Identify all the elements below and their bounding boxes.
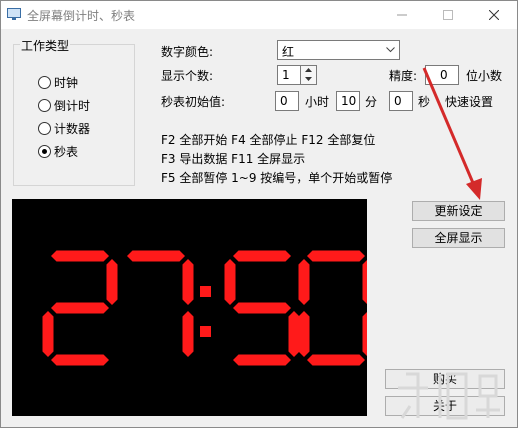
digit-segment: [307, 250, 365, 262]
hotkey-line-1: F2 全部开始 F4 全部停止 F12 全部复位: [161, 133, 376, 147]
spin-down-button[interactable]: [301, 75, 316, 84]
radio-label: 时钟: [54, 76, 79, 90]
work-type-title: 工作类型: [20, 37, 71, 54]
spin-up-icon: [305, 68, 312, 72]
digit-segment: [106, 259, 118, 305]
app-icon: [7, 8, 21, 20]
colon-dot: [200, 286, 211, 297]
hours-input[interactable]: 0: [275, 91, 299, 111]
digit-segment: [42, 311, 54, 357]
minutes-unit: 分: [365, 95, 378, 109]
digit-segment: [51, 354, 109, 366]
seconds-input[interactable]: 0: [389, 91, 413, 111]
minimize-icon: [397, 14, 407, 16]
digit-segment: [127, 250, 185, 262]
digit-segment: [233, 250, 291, 262]
digit-segment: [362, 311, 374, 357]
radio-clock[interactable]: 时钟: [38, 74, 78, 91]
radio-label: 秒表: [54, 145, 79, 159]
precision-value: 0: [440, 68, 448, 82]
hotkey-line-2: F3 导出数据 F11 全屏显示: [161, 152, 306, 166]
radio-stopwatch[interactable]: 秒表: [38, 143, 78, 160]
count-input[interactable]: 1: [277, 65, 301, 85]
color-select-value: 红: [282, 45, 295, 59]
color-select[interactable]: 红: [277, 40, 400, 60]
update-settings-button[interactable]: 更新设定: [412, 201, 505, 221]
work-type-group: [13, 44, 135, 186]
seconds-value: 0: [394, 94, 402, 108]
digit-segment: [233, 354, 291, 366]
digit-segment: [182, 259, 194, 305]
digit-segment: [307, 354, 365, 366]
radio-icon: [38, 122, 51, 135]
colon-dot: [200, 326, 211, 337]
seconds-unit: 秒: [418, 95, 431, 109]
quick-set-link[interactable]: 快速设置: [445, 93, 493, 110]
radio-countdown[interactable]: 倒计时: [38, 97, 90, 114]
spin-up-button[interactable]: [301, 66, 316, 75]
digit-segment: [182, 311, 194, 357]
fullscreen-button[interactable]: 全屏显示: [412, 228, 505, 248]
precision-label: 精度:: [389, 69, 418, 83]
title-bar: 全屏幕倒计时、秒表: [1, 1, 517, 29]
timer-display: [12, 199, 374, 416]
watermark-logo: [398, 372, 500, 420]
digit-segment: [298, 311, 310, 357]
initial-value-label: 秒表初始值:: [161, 95, 226, 109]
precision-input[interactable]: 0: [425, 65, 459, 85]
minutes-value: 10: [341, 94, 357, 108]
radio-label: 倒计时: [54, 99, 91, 113]
maximize-icon: [443, 10, 453, 20]
digit-segment: [224, 259, 236, 305]
digit-segment: [51, 250, 109, 262]
hotkey-line-3: F5 全部暂停 1~9 按编号，单个开始或暂停: [161, 171, 393, 185]
radio-icon: [38, 145, 51, 158]
minutes-input[interactable]: 10: [336, 91, 360, 111]
maximize-button[interactable]: [425, 1, 471, 29]
digit-segment: [288, 311, 300, 357]
radio-icon: [38, 99, 51, 112]
digit-segment: [233, 302, 291, 314]
radio-label: 计数器: [54, 122, 91, 136]
digit-segment: [298, 259, 310, 305]
chevron-down-icon: [386, 47, 395, 53]
digit-segment: [51, 302, 109, 314]
count-stepper[interactable]: [300, 65, 317, 85]
hours-value: 0: [280, 94, 288, 108]
precision-unit: 位小数: [466, 69, 503, 83]
count-label: 显示个数:: [161, 69, 214, 83]
close-button[interactable]: [471, 1, 517, 29]
seven-segment-readout: [42, 250, 374, 366]
color-label: 数字颜色:: [161, 45, 214, 59]
window-title: 全屏幕倒计时、秒表: [27, 9, 136, 23]
spin-down-icon: [305, 77, 312, 81]
digit-segment: [362, 259, 374, 305]
radio-icon: [38, 76, 51, 89]
radio-counter[interactable]: 计数器: [38, 120, 90, 137]
close-icon: [489, 10, 499, 20]
minimize-button[interactable]: [379, 1, 425, 29]
count-value: 1: [282, 68, 290, 82]
hours-unit: 小时: [305, 95, 330, 109]
